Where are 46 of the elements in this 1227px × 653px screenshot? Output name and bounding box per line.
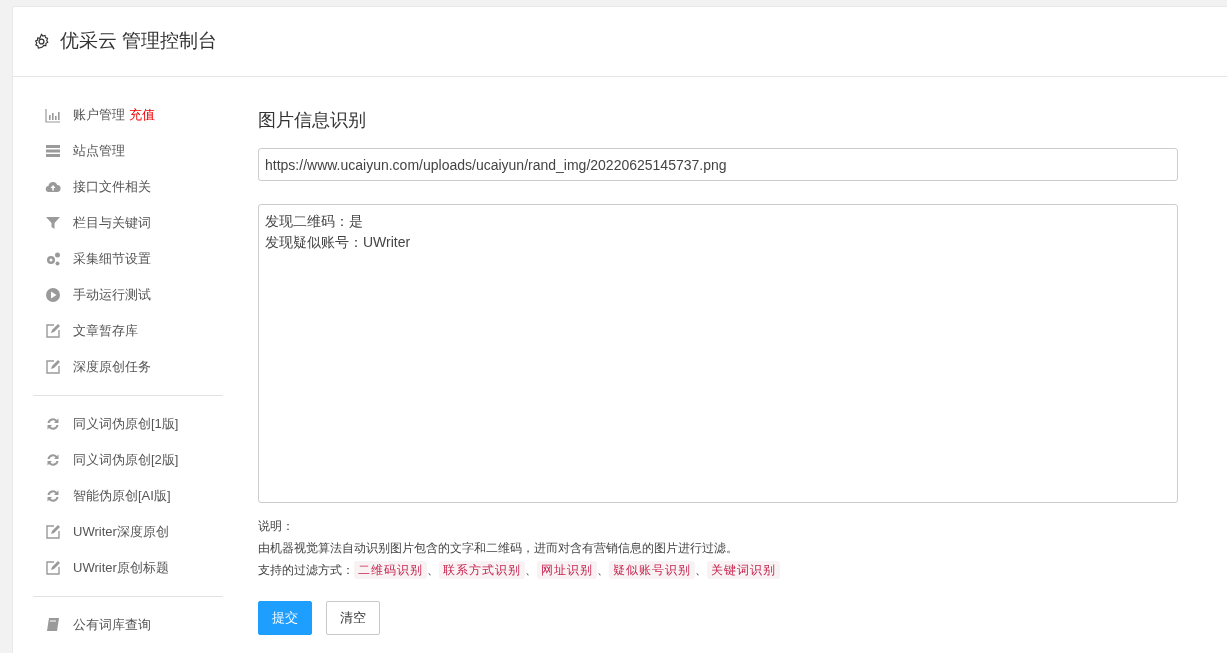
edit-icon xyxy=(45,560,61,576)
separator-text: 、 xyxy=(695,562,707,579)
clear-button[interactable]: 清空 xyxy=(326,601,380,635)
settings-icon xyxy=(33,33,50,50)
sidebar-item[interactable]: 深度原创任务 xyxy=(33,349,223,385)
edit-icon xyxy=(45,323,61,339)
edit-icon xyxy=(45,359,61,375)
filter-tag: 关键词识别 xyxy=(707,561,780,579)
sidebar-item[interactable]: UWriter深度原创 xyxy=(33,514,223,550)
book-icon xyxy=(45,617,61,633)
sidebar-item[interactable]: 智能伪原创[AI版] xyxy=(33,478,223,514)
sidebar-item[interactable]: 手动运行测试 xyxy=(33,277,223,313)
notes-heading: 说明： xyxy=(258,518,295,535)
filters-label: 支持的过滤方式： xyxy=(258,562,354,579)
sidebar-item[interactable]: UWriter原创标题 xyxy=(33,550,223,586)
separator-text: 、 xyxy=(525,562,537,579)
sidebar-item[interactable]: 站点管理 xyxy=(33,133,223,169)
filter-tag: 二维码识别 xyxy=(354,561,427,579)
refresh-icon xyxy=(45,488,61,504)
section-title: 图片信息识别 xyxy=(258,109,367,132)
bar-chart-icon xyxy=(45,107,61,123)
window-title: 优采云 管理控制台 xyxy=(60,29,218,54)
play-icon xyxy=(45,287,61,303)
sidebar-item[interactable]: 同义词伪原创[2版] xyxy=(33,442,223,478)
url-field[interactable]: https://www.ucaiyun.com/uploads/ucaiyun/rand_img/20220625145737.png xyxy=(258,148,1178,181)
result-box[interactable]: 发现二维码：是 发现疑似账号：UWriter xyxy=(258,204,1178,503)
sidebar-item[interactable]: 接口文件相关 xyxy=(33,169,223,205)
filter-tag: 网址识别 xyxy=(537,561,597,579)
refresh-icon xyxy=(45,452,61,468)
sidebar-item[interactable]: 文章暂存库 xyxy=(33,313,223,349)
edit-icon xyxy=(45,524,61,540)
separator-text: 、 xyxy=(427,562,439,579)
cloud-upload-icon xyxy=(45,179,61,195)
sidebar-item[interactable]: 采集细节设置 xyxy=(33,241,223,277)
description-text: 由机器视觉算法自动识别图片包含的文字和二维码，进而对含有营销信息的图片进行过滤。 xyxy=(258,540,739,557)
refresh-icon xyxy=(45,416,61,432)
sidebar-item[interactable]: 公有词库查询 xyxy=(33,607,223,643)
separator-text: 、 xyxy=(597,562,609,579)
filter-icon xyxy=(45,215,61,231)
server-icon xyxy=(45,143,61,159)
filter-tag: 联系方式识别 xyxy=(439,561,525,579)
sidebar-item[interactable]: 账户管理 充值 xyxy=(33,97,223,133)
sidebar-item[interactable]: 同义词伪原创[1版] xyxy=(33,406,223,442)
gears-icon xyxy=(45,251,61,267)
sidebar-item[interactable]: 栏目与关键词 xyxy=(33,205,223,241)
filter-tag: 疑似账号识别 xyxy=(609,561,695,579)
